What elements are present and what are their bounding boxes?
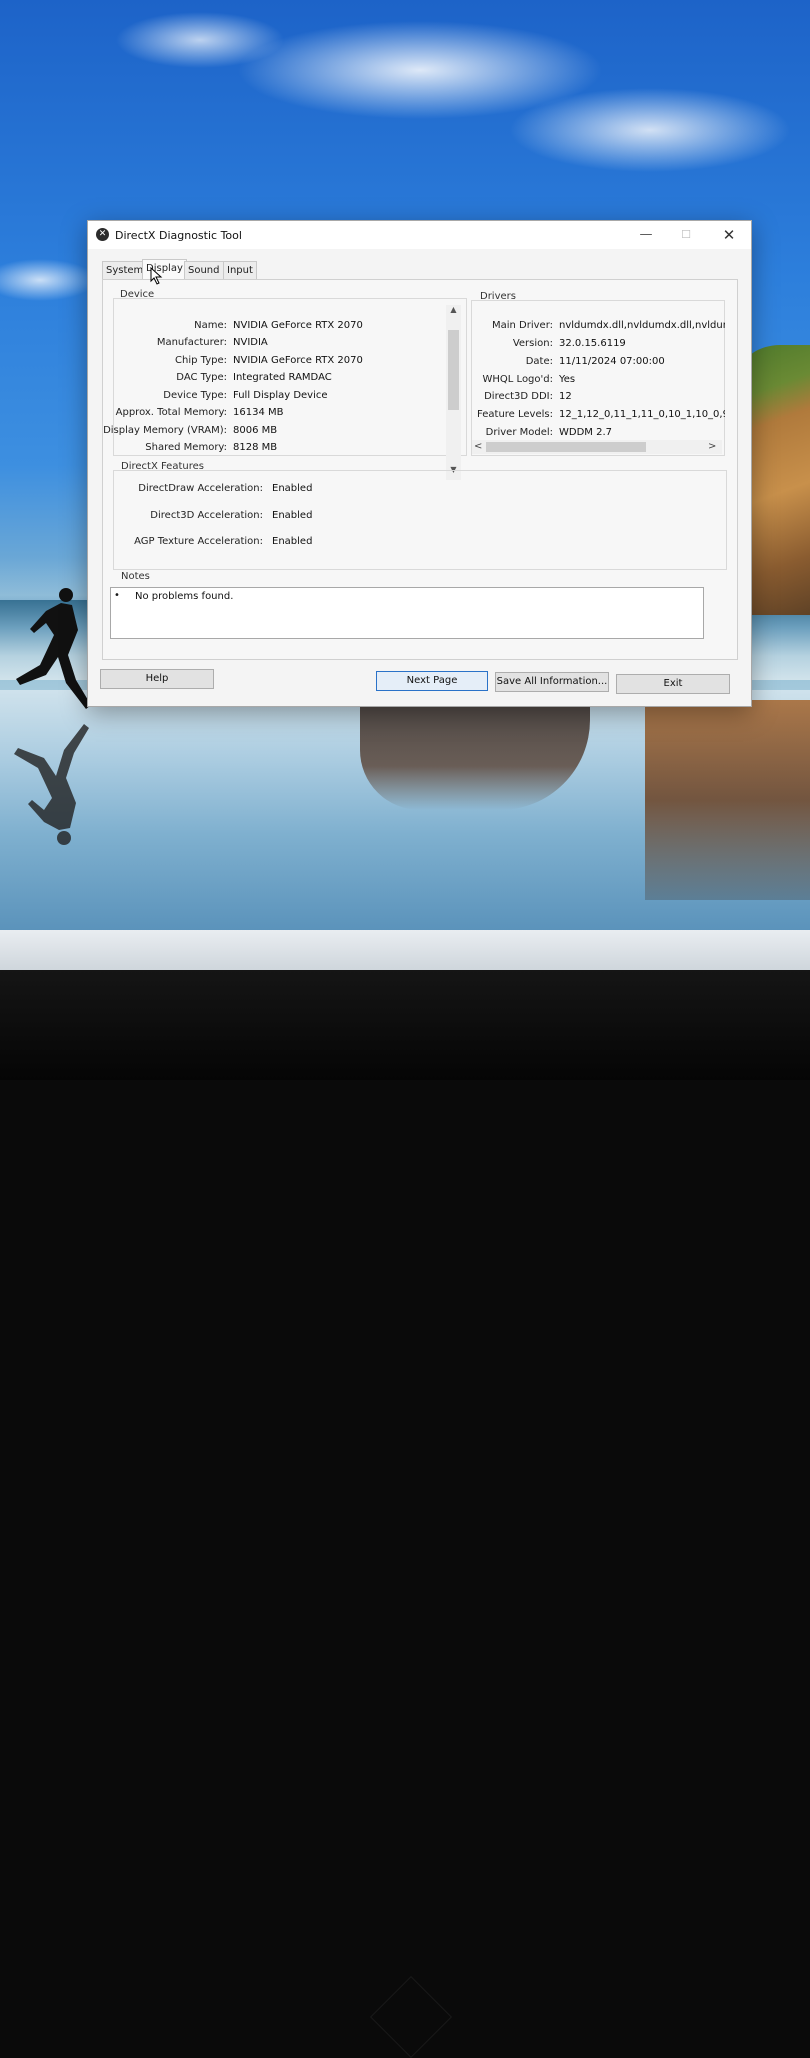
- tab-sound[interactable]: Sound: [184, 261, 224, 279]
- next-page-button[interactable]: Next Page: [376, 671, 488, 691]
- tab-display[interactable]: Display: [142, 259, 187, 280]
- directdraw-value: Enabled: [272, 483, 313, 494]
- whql-label: WHQL Logo'd:: [482, 374, 553, 385]
- version-label: Version:: [512, 338, 553, 349]
- scroll-thumb[interactable]: [448, 330, 459, 410]
- scroll-thumb[interactable]: [486, 442, 646, 452]
- help-button[interactable]: Help: [100, 669, 214, 689]
- minimize-button[interactable]: —: [632, 225, 660, 245]
- device-name-label: Name:: [194, 320, 227, 331]
- date-value: 11/11/2024 07:00:00: [559, 356, 665, 367]
- agp-texture-label: AGP Texture Acceleration:: [134, 536, 263, 547]
- monitor-logo-icon: [369, 1975, 453, 2058]
- notes-group-label: Notes: [121, 571, 150, 582]
- device-vertical-scrollbar[interactable]: ▲ ▼: [446, 305, 461, 480]
- title-bar[interactable]: ✕ DirectX Diagnostic Tool — ☐ ✕: [88, 221, 751, 249]
- device-type-value: Full Display Device: [233, 390, 328, 401]
- chip-type-value: NVIDIA GeForce RTX 2070: [233, 355, 363, 366]
- taskbar: [0, 930, 810, 970]
- device-type-label: Device Type:: [163, 390, 227, 401]
- window-title: DirectX Diagnostic Tool: [115, 229, 242, 242]
- scroll-left-icon[interactable]: <: [474, 440, 482, 454]
- notes-text: No problems found.: [135, 591, 234, 602]
- device-name-value: NVIDIA GeForce RTX 2070: [233, 320, 363, 331]
- save-all-information-button[interactable]: Save All Information...: [495, 672, 609, 692]
- notes-bullet: •: [114, 590, 120, 601]
- shared-memory-value: 8128 MB: [233, 442, 278, 453]
- tab-input[interactable]: Input: [223, 261, 257, 279]
- scroll-right-icon[interactable]: >: [708, 440, 716, 454]
- agp-texture-value: Enabled: [272, 536, 313, 547]
- notes-box[interactable]: • No problems found.: [110, 587, 704, 639]
- feature-levels-value: 12_1,12_0,11_1,11_0,10_1,10_0,9_3: [559, 409, 725, 420]
- maximize-button[interactable]: ☐: [672, 225, 700, 245]
- total-memory-label: Approx. Total Memory:: [115, 407, 227, 418]
- main-driver-value: nvldumdx.dll,nvldumdx.dll,nvldumdx.c: [559, 320, 725, 331]
- manufacturer-label: Manufacturer:: [156, 337, 227, 348]
- date-label: Date:: [525, 356, 553, 367]
- driver-model-value: WDDM 2.7: [559, 427, 612, 438]
- dac-type-value: Integrated RAMDAC: [233, 372, 332, 383]
- direct3d-label: Direct3D Acceleration:: [150, 510, 263, 521]
- vram-label: Display Memory (VRAM):: [103, 425, 227, 436]
- version-value: 32.0.15.6119: [559, 338, 626, 349]
- scroll-up-icon[interactable]: ▲: [446, 305, 461, 314]
- runner-reflection-icon: [14, 724, 89, 845]
- feature-levels-label: Feature Levels:: [477, 409, 553, 420]
- dac-type-label: DAC Type:: [176, 372, 227, 383]
- driver-model-label: Driver Model:: [485, 427, 553, 438]
- direct3d-value: Enabled: [272, 510, 313, 521]
- whql-value: Yes: [559, 374, 576, 385]
- total-memory-value: 16134 MB: [233, 407, 284, 418]
- exit-button[interactable]: Exit: [616, 674, 730, 694]
- vram-value: 8006 MB: [233, 425, 278, 436]
- directx-icon: ✕: [96, 228, 109, 241]
- directx-diagnostic-window: ✕ DirectX Diagnostic Tool — ☐ ✕ System D…: [87, 220, 752, 707]
- monitor-bezel: [0, 970, 810, 2058]
- directdraw-label: DirectDraw Acceleration:: [138, 483, 263, 494]
- drivers-horizontal-scrollbar[interactable]: < >: [472, 440, 722, 454]
- manufacturer-value: NVIDIA: [233, 337, 268, 348]
- chip-type-label: Chip Type:: [175, 355, 227, 366]
- mouse-cursor-icon: [150, 267, 163, 285]
- shared-memory-label: Shared Memory:: [145, 442, 227, 453]
- d3d-ddi-value: 12: [559, 391, 572, 402]
- runner-silhouette-icon: [16, 588, 91, 709]
- d3d-ddi-label: Direct3D DDI:: [484, 391, 553, 402]
- main-driver-label: Main Driver:: [491, 320, 553, 331]
- close-button[interactable]: ✕: [715, 225, 743, 245]
- display-tab-panel: Device Name: NVIDIA GeForce RTX 2070 Man…: [102, 279, 738, 660]
- wallpaper-cliff-reflection: [645, 700, 810, 900]
- tab-system[interactable]: System: [102, 261, 148, 279]
